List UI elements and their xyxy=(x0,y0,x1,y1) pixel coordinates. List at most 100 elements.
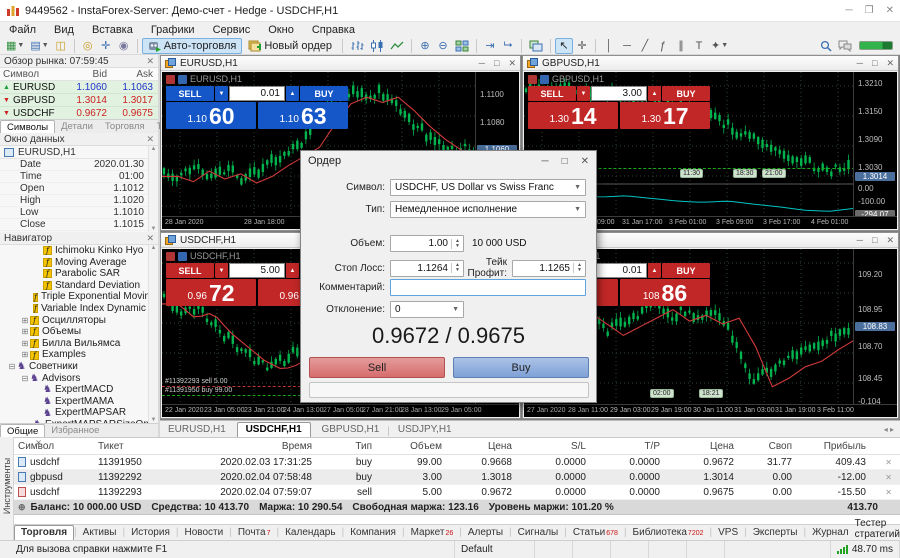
column-header-1[interactable]: Символ xyxy=(14,441,94,452)
column-header-11[interactable]: Прибыль xyxy=(796,441,870,452)
buy-button[interactable]: BUY xyxy=(662,263,710,278)
buy-button[interactable]: Buy xyxy=(453,357,589,378)
volume-input[interactable]: 0.01 xyxy=(229,86,285,101)
maximize-icon[interactable]: □ xyxy=(872,58,877,68)
buy-price-box[interactable]: 1.1063 xyxy=(258,102,348,129)
toolbox-tab-11[interactable]: Статьи678 xyxy=(567,526,624,540)
volume-input[interactable]: 0.01 xyxy=(591,263,647,278)
window-controls[interactable]: ─□✕ xyxy=(470,58,516,69)
toolbox-tab-14[interactable]: Эксперты xyxy=(747,526,804,540)
toolbox-tab-15[interactable]: Журнал xyxy=(806,526,855,540)
time-scale[interactable]: 27 Jan 202028 Jan 11:0029 Jan 03:0029 Ja… xyxy=(524,404,897,417)
deviation-select[interactable]: 0▼ xyxy=(390,301,464,318)
chart-mode-icon[interactable] xyxy=(178,252,187,261)
scrollbar[interactable]: ▲▼ xyxy=(148,245,158,423)
fibonacci-icon[interactable]: ƒ xyxy=(654,38,672,54)
buy-price-box[interactable]: 10886 xyxy=(620,279,710,306)
cursor-icon[interactable]: ↖ xyxy=(555,38,573,54)
column-header-7[interactable]: S/L xyxy=(516,441,590,452)
menu-item-1[interactable]: Файл xyxy=(0,23,45,37)
chevron-down-icon[interactable]: ▼ xyxy=(721,42,728,49)
column-header-bid[interactable]: Bid xyxy=(66,69,112,80)
toolbox-tab-1[interactable]: Торговля xyxy=(14,525,74,540)
navigator-item[interactable]: fIchimoku Kinko Hyo xyxy=(0,245,148,257)
close-position-icon[interactable]: ✕ xyxy=(870,473,900,482)
zoom-out-icon[interactable]: ⊖ xyxy=(434,38,452,54)
menu-item-3[interactable]: Вставка xyxy=(83,23,142,37)
chart-tab-gbpusd-h1[interactable]: GBPUSD,H1 xyxy=(313,423,387,437)
window-controls[interactable]: ─❐✕ xyxy=(846,5,894,16)
maximize-icon[interactable]: □ xyxy=(494,58,499,68)
new-chart-icon[interactable]: ▦▼ xyxy=(3,38,27,54)
column-header-6[interactable]: Цена xyxy=(446,441,516,452)
sell-button[interactable]: SELL xyxy=(166,263,214,278)
toolbox-tab-6[interactable]: Календарь xyxy=(279,526,341,540)
chart-window-title-bar[interactable]: EURUSD,H1─□✕ xyxy=(161,56,520,71)
panel-toggle-icon[interactable] xyxy=(166,252,175,261)
minimize-icon[interactable]: ─ xyxy=(857,235,863,245)
volume-input[interactable]: 3.00 xyxy=(591,86,647,101)
close-position-icon[interactable]: ✕ xyxy=(870,488,900,497)
window-controls[interactable]: ─□✕ xyxy=(848,58,894,69)
maximize-icon[interactable]: □ xyxy=(562,156,568,167)
navigator-item[interactable]: fVariable Index Dynamic A xyxy=(0,303,148,315)
data-window-symbol-row[interactable]: EURUSD,H1 xyxy=(0,146,158,159)
volume-down-icon[interactable]: ▼ xyxy=(577,86,590,101)
chart-mode-icon[interactable] xyxy=(540,75,549,84)
sell-button[interactable]: SELL xyxy=(528,86,576,101)
volume-up-icon[interactable]: ▲ xyxy=(286,86,299,101)
chevron-down-icon[interactable]: ▼ xyxy=(17,42,24,49)
minimize-icon[interactable]: ─ xyxy=(541,156,548,167)
spinner-icons[interactable]: ▲▼ xyxy=(451,263,463,273)
volume-up-icon[interactable]: ▲ xyxy=(648,86,661,101)
close-icon[interactable]: ✕ xyxy=(146,134,154,145)
toolbox-tab-3[interactable]: История xyxy=(125,526,176,540)
volume-input[interactable]: 5.00 xyxy=(229,263,285,278)
navigator-item[interactable]: fParabolic SAR xyxy=(0,268,148,280)
close-icon[interactable]: ✕ xyxy=(886,235,894,245)
navigator-item[interactable]: ♞ExpertMAMA xyxy=(0,396,148,408)
profiles-icon[interactable]: ▤▼ xyxy=(27,38,51,54)
chart-tab-usdchf-h1[interactable]: USDCHF,H1 xyxy=(237,422,311,437)
zoom-in-icon[interactable]: ⊕ xyxy=(416,38,434,54)
expand-icon[interactable]: ⊞ xyxy=(20,326,30,338)
chart-tab-usdjpy-h1[interactable]: USDJPY,H1 xyxy=(390,423,460,437)
type-select[interactable]: Немедленное исполнение▼ xyxy=(390,201,586,218)
column-header-8[interactable]: T/P xyxy=(590,441,664,452)
data-window-icon[interactable]: ✛ xyxy=(97,38,115,54)
price-scale[interactable]: 109.20108.95108.70108.45-0.104108.83 xyxy=(853,249,897,406)
navigator-item[interactable]: ⊞fОсцилляторы xyxy=(0,315,148,327)
trendline-icon[interactable]: ╱ xyxy=(636,38,654,54)
sell-price-box[interactable]: 0.9672 xyxy=(166,279,256,306)
menu-item-4[interactable]: Графики xyxy=(142,23,204,37)
comment-input[interactable] xyxy=(390,279,586,296)
column-header-9[interactable]: Цена xyxy=(664,441,738,452)
navigator-tab-2[interactable]: Избранное xyxy=(45,424,105,437)
menu-item-7[interactable]: Справка xyxy=(303,23,364,37)
navigator-item[interactable]: ⊟♞Советники xyxy=(0,361,148,373)
position-row-2[interactable]: gbpusd113922922020.02.04 07:58:48buy3.00… xyxy=(14,470,900,485)
volume-input[interactable]: 1.00 ▲▼ xyxy=(390,235,464,252)
column-header-4[interactable]: Тип xyxy=(316,441,376,452)
column-header-10[interactable]: Своп xyxy=(738,441,796,452)
market-watch-tab-3[interactable]: Торговля xyxy=(99,120,151,133)
sell-button[interactable]: Sell xyxy=(309,357,445,378)
spinner-icons[interactable]: ▲▼ xyxy=(573,263,585,273)
toolbox-tab-4[interactable]: Новости xyxy=(178,526,229,540)
sell-button[interactable]: SELL xyxy=(166,86,214,101)
column-header-3[interactable]: Время xyxy=(186,441,316,452)
close-position-icon[interactable]: ✕ xyxy=(870,458,900,467)
navigator-item[interactable]: fMoving Average xyxy=(0,257,148,269)
chart-tab-eurusd-h1[interactable]: EURUSD,H1 xyxy=(160,423,234,437)
menu-item-6[interactable]: Окно xyxy=(259,23,303,37)
volume-down-icon[interactable]: ▼ xyxy=(215,86,228,101)
navigator-item[interactable]: fStandard Deviation xyxy=(0,280,148,292)
time-scale[interactable]: 22 Jan 202023 Jan 05:0023 Jan 21:0024 Ja… xyxy=(162,404,519,417)
tab-scroll-arrows[interactable]: ◂ ▸ xyxy=(878,425,900,434)
toolbox-tab-8[interactable]: Маркет26 xyxy=(405,526,460,540)
buy-price-box[interactable]: 1.3017 xyxy=(620,102,710,129)
market-watch-row-eurusd[interactable]: ▲EURUSD1.10601.1063 xyxy=(0,81,158,94)
market-watch-tab-2[interactable]: Детали xyxy=(55,120,99,133)
maximize-icon[interactable]: □ xyxy=(872,235,877,245)
toolbox-vertical-tab[interactable]: ✕ Инструменты xyxy=(0,437,14,540)
